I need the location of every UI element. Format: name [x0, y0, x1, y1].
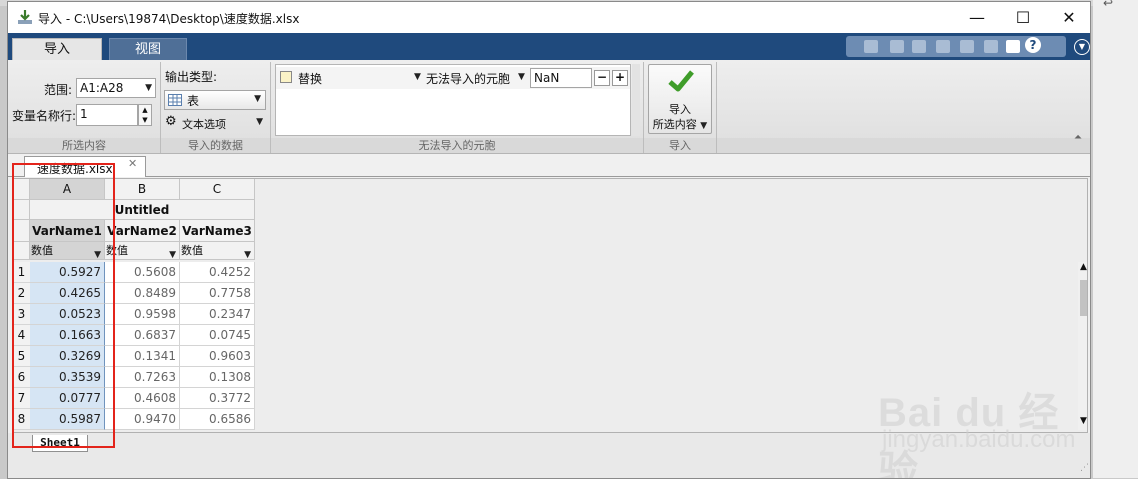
- text-options-button[interactable]: ⚙ 文本选项 ▼: [165, 114, 265, 132]
- varname-row-label: 变量名称行:: [12, 109, 77, 123]
- rule-row: 替换 ▼ 无法导入的元胞 ▼ NaN − +: [276, 67, 630, 89]
- group-selection-label: 所选内容: [8, 138, 160, 153]
- var-type-2[interactable]: 数值 ▼: [105, 242, 180, 260]
- table-cell[interactable]: 0.2347: [180, 304, 255, 325]
- close-tab-icon[interactable]: ✕: [128, 157, 137, 170]
- table-cell[interactable]: 0.8489: [105, 283, 180, 304]
- range-label: 范围:: [44, 83, 73, 97]
- chevron-down-icon[interactable]: ▼: [256, 117, 263, 127]
- output-type-dropdown[interactable]: 表 ▼: [164, 90, 266, 110]
- var-name-2[interactable]: VarName2: [105, 220, 180, 242]
- ribbon-footer: [717, 138, 1090, 153]
- color-swatch-icon: [280, 71, 292, 83]
- group-imported-data-label: 导入的数据: [161, 138, 270, 153]
- close-button[interactable]: ✕: [1046, 2, 1090, 33]
- varname-row-input[interactable]: 1: [76, 104, 138, 126]
- background-right-area: [1093, 0, 1138, 478]
- table-cell[interactable]: 0.0745: [180, 325, 255, 346]
- help-button[interactable]: ?: [1025, 37, 1041, 53]
- rule-value-input[interactable]: NaN: [530, 68, 592, 88]
- table-cell[interactable]: 0.7263: [105, 367, 180, 388]
- table-cell[interactable]: 0.6837: [105, 325, 180, 346]
- save-icon[interactable]: [864, 40, 878, 53]
- redo-icon[interactable]: [984, 40, 998, 53]
- import-app-icon: [18, 10, 32, 24]
- import-window: 导入 - C:\Users\19874\Desktop\速度数据.xlsx — …: [7, 1, 1091, 479]
- title-bar: 导入 - C:\Users\19874\Desktop\速度数据.xlsx — …: [8, 2, 1090, 33]
- table-cell[interactable]: 0.4252: [180, 262, 255, 283]
- minimize-button[interactable]: —: [954, 2, 1000, 33]
- unimportable-rules-panel: 替换 ▼ 无法导入的元胞 ▼ NaN − +: [275, 64, 631, 136]
- column-header-b[interactable]: B: [105, 179, 180, 200]
- window-switch-icon[interactable]: [1006, 40, 1020, 53]
- var-type-3[interactable]: 数值 ▼: [180, 242, 255, 260]
- document-tab-strip: 速度数据.xlsx ✕: [8, 154, 1090, 177]
- remove-rule-button[interactable]: −: [594, 70, 610, 86]
- table-cell[interactable]: 0.3772: [180, 388, 255, 409]
- varname-row-stepper[interactable]: ▲ ▼: [138, 104, 152, 126]
- background-arrow-icon: ↩: [1103, 0, 1114, 10]
- range-value: A1:A28: [80, 81, 124, 95]
- chevron-down-icon: ▼: [700, 121, 708, 131]
- chevron-down-icon[interactable]: ▼: [145, 79, 152, 97]
- baidu-watermark: Bai du 经验 jingyan.baidu.com: [878, 352, 1088, 478]
- window-title: 导入 - C:\Users\19874\Desktop\速度数据.xlsx: [38, 12, 300, 26]
- text-options-label: 文本选项: [182, 118, 226, 131]
- output-type-label: 输出类型:: [165, 70, 218, 84]
- gear-icon: ⚙: [165, 114, 177, 129]
- table-cell[interactable]: 0.4608: [105, 388, 180, 409]
- table-cell[interactable]: 0.1341: [105, 346, 180, 367]
- range-field[interactable]: A1:A28 ▼: [76, 78, 156, 98]
- tab-import[interactable]: 导入: [12, 38, 102, 60]
- collapse-ribbon-icon[interactable]: ⏶: [1074, 132, 1082, 143]
- group-unimportable-label: 无法导入的元胞: [271, 138, 643, 153]
- red-highlight-box: [12, 163, 115, 448]
- rule-action[interactable]: 替换: [298, 70, 322, 87]
- table-cell[interactable]: 0.9470: [105, 409, 180, 430]
- ribbon-tab-bar: 导入 视图 ? ▼: [8, 33, 1090, 60]
- tab-view[interactable]: 视图: [109, 38, 187, 60]
- rule-condition[interactable]: 无法导入的元胞: [426, 70, 510, 87]
- maximize-button[interactable]: ☐: [1000, 2, 1046, 33]
- table-cell[interactable]: 0.9603: [180, 346, 255, 367]
- ribbon-body: 范围: A1:A28 ▼ 变量名称行: 1 ▲ ▼ 所选内容 输出类型: 表 ▼ …: [8, 60, 1090, 154]
- rules-scrollbar[interactable]: [632, 64, 640, 136]
- table-cell[interactable]: 0.6586: [180, 409, 255, 430]
- cut-icon[interactable]: [890, 40, 904, 53]
- chevron-down-icon[interactable]: ▼: [1074, 39, 1090, 55]
- paste-icon[interactable]: [936, 40, 950, 53]
- group-import-label: 导入: [644, 138, 716, 153]
- table-cell[interactable]: 0.9598: [105, 304, 180, 325]
- table-cell[interactable]: 0.5608: [105, 262, 180, 283]
- import-button-line2: 所选内容 ▼: [652, 118, 708, 131]
- scrollbar-thumb[interactable]: [1080, 280, 1087, 316]
- watermark-url: jingyan.baidu.com: [882, 426, 1076, 453]
- import-selection-button[interactable]: 导入 所选内容 ▼: [648, 64, 712, 134]
- import-button-line1: 导入: [669, 103, 691, 116]
- checkmark-icon: [668, 70, 694, 92]
- var-name-3[interactable]: VarName3: [180, 220, 255, 242]
- add-rule-button[interactable]: +: [612, 70, 628, 86]
- table-cell[interactable]: 0.7758: [180, 283, 255, 304]
- copy-icon[interactable]: [912, 40, 926, 53]
- chevron-down-icon[interactable]: ▼: [518, 72, 525, 82]
- column-header-c[interactable]: C: [180, 179, 255, 200]
- table-icon: [168, 94, 182, 106]
- output-type-value: 表: [187, 94, 200, 108]
- chevron-down-icon[interactable]: ▼: [254, 94, 261, 104]
- chevron-down-icon[interactable]: ▼: [414, 72, 421, 82]
- undo-icon[interactable]: [960, 40, 974, 53]
- scroll-up-icon[interactable]: ▲: [1080, 262, 1087, 272]
- table-cell[interactable]: 0.1308: [180, 367, 255, 388]
